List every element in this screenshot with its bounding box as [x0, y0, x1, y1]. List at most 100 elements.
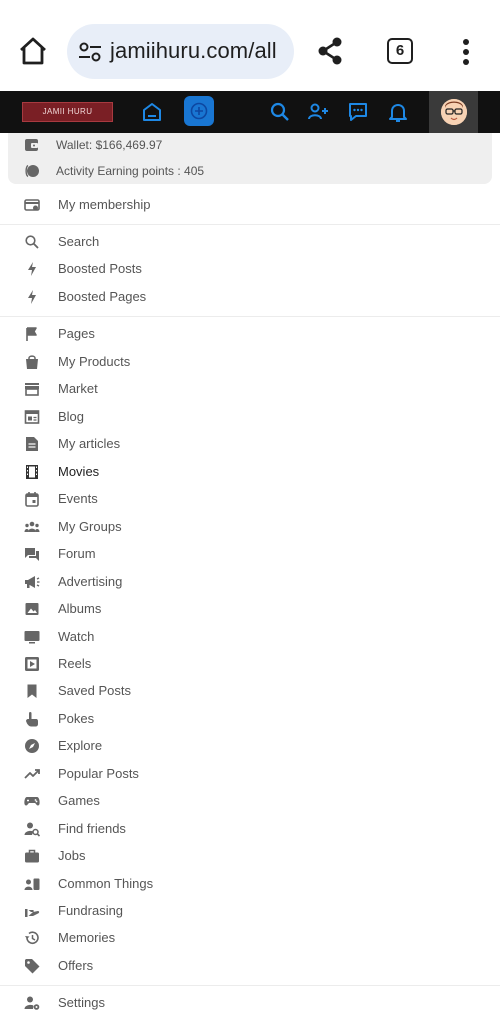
menu-item-market[interactable]: Market [0, 376, 500, 402]
menu-item-popular-posts[interactable]: Popular Posts [0, 761, 500, 787]
menu-item-settings[interactable]: Settings [0, 990, 500, 1016]
profile-menu-button[interactable] [429, 91, 478, 133]
messages-icon[interactable] [346, 100, 370, 124]
wallet-icon [25, 139, 38, 151]
briefcase-icon [25, 849, 39, 863]
menu-label: Jobs [58, 848, 86, 863]
contact-card-icon [24, 878, 40, 890]
menu-label: Pages [58, 326, 95, 341]
menu-label: My Groups [58, 519, 122, 534]
tab-switcher-button[interactable]: 6 [387, 38, 413, 64]
url-text[interactable]: jamiihuru.com/all [110, 38, 277, 64]
bolt-icon [28, 290, 36, 304]
menu-item-jobs[interactable]: Jobs [0, 843, 500, 869]
notifications-bell-icon[interactable] [386, 100, 410, 124]
menu-item-my-groups[interactable]: My Groups [0, 514, 500, 540]
share-icon[interactable] [315, 36, 345, 66]
browser-toolbar: jamiihuru.com/all 6 [0, 0, 500, 91]
menu-item-explore[interactable]: Explore [0, 733, 500, 759]
menu-label: My membership [58, 197, 151, 212]
menu-item-reels[interactable]: Reels [0, 651, 500, 677]
blog-icon [24, 410, 40, 424]
menu-label: Boosted Posts [58, 261, 142, 276]
menu-label: Memories [58, 930, 116, 945]
add-friend-icon[interactable] [306, 100, 330, 124]
plus-circle-icon [190, 102, 208, 120]
compass-icon [25, 739, 39, 753]
home-icon[interactable] [16, 34, 50, 68]
create-button[interactable] [184, 96, 214, 126]
image-icon [25, 603, 39, 615]
menu-item-find-friends[interactable]: Find friends [0, 816, 500, 842]
gamepad-icon [24, 797, 40, 806]
groups-icon [24, 521, 40, 532]
wallet-balance: Wallet: $166,469.97 [56, 138, 163, 152]
menu-label: Find friends [58, 821, 126, 836]
menu-item-advertising[interactable]: Advertising [0, 569, 500, 595]
home-icon[interactable] [140, 100, 164, 124]
search-icon[interactable] [268, 100, 292, 124]
menu-item-common-things[interactable]: Common Things [0, 871, 500, 897]
menu-item-search[interactable]: Search [0, 229, 500, 255]
menu-item-events[interactable]: Events [0, 486, 500, 512]
more-options-icon[interactable] [456, 38, 476, 66]
store-icon [25, 383, 39, 396]
flag-icon [26, 327, 37, 341]
menu-item-boosted-posts[interactable]: Boosted Posts [0, 256, 500, 282]
search-icon [25, 235, 39, 249]
bookmark-icon [27, 684, 37, 698]
menu-item-pages[interactable]: Pages [0, 321, 500, 347]
menu-item-boosted-pages[interactable]: Boosted Pages [0, 284, 500, 310]
menu-label: Events [58, 491, 98, 506]
points-icon [25, 164, 39, 178]
poke-hand-icon [26, 712, 38, 727]
site-settings-icon[interactable] [78, 41, 102, 63]
film-icon [26, 465, 38, 479]
forum-icon [25, 548, 39, 561]
menu-label: Watch [58, 629, 95, 644]
reels-icon [25, 657, 39, 671]
divider [0, 985, 500, 986]
divider [0, 316, 500, 317]
menu-label: Reels [58, 656, 92, 671]
article-icon [26, 437, 38, 451]
menu-item-pokes[interactable]: Pokes [0, 706, 500, 732]
menu-item-saved-posts[interactable]: Saved Posts [0, 678, 500, 704]
menu-item-offers[interactable]: Offers [0, 953, 500, 979]
menu-label: My Products [58, 354, 131, 369]
find-person-icon [24, 822, 40, 837]
menu-label: Fundrasing [58, 903, 124, 918]
site-logo[interactable]: JAMII HURU [22, 102, 113, 122]
menu-label: Games [58, 793, 100, 808]
menu-item-fundrasing[interactable]: Fundrasing [0, 898, 500, 924]
user-settings-icon [24, 996, 40, 1010]
menu-label: Offers [58, 958, 94, 973]
menu-item-movies[interactable]: Movies [0, 459, 500, 485]
menu-item-my-articles[interactable]: My articles [0, 431, 500, 457]
menu-label: Settings [58, 995, 105, 1010]
tag-icon [25, 959, 40, 974]
bolt-icon [28, 262, 36, 276]
menu-item-watch[interactable]: Watch [0, 624, 500, 650]
earning-points: Activity Earning points : 405 [56, 164, 205, 178]
menu-item-memories[interactable]: Memories [0, 925, 500, 951]
menu-item-forum[interactable]: Forum [0, 541, 500, 567]
menu-item-my-products[interactable]: My Products [0, 349, 500, 375]
menu-item-albums[interactable]: Albums [0, 596, 500, 622]
menu-label: Albums [58, 601, 102, 616]
menu-item-blog[interactable]: Blog [0, 404, 500, 430]
menu-label: Advertising [58, 574, 123, 589]
shopping-bag-icon [26, 355, 38, 369]
menu-label: Pokes [58, 711, 95, 726]
membership-card-icon [24, 199, 40, 211]
menu-label: Boosted Pages [58, 289, 147, 304]
menu-item-membership[interactable]: My membership [0, 192, 500, 218]
menu-label: My articles [58, 436, 121, 451]
monitor-icon [24, 631, 40, 644]
menu-item-games[interactable]: Games [0, 788, 500, 814]
donation-hand-icon [25, 909, 40, 917]
address-bar[interactable]: jamiihuru.com/all [67, 24, 294, 79]
menu-label: Popular Posts [58, 766, 139, 781]
history-icon [25, 931, 39, 944]
trending-icon [24, 769, 40, 779]
